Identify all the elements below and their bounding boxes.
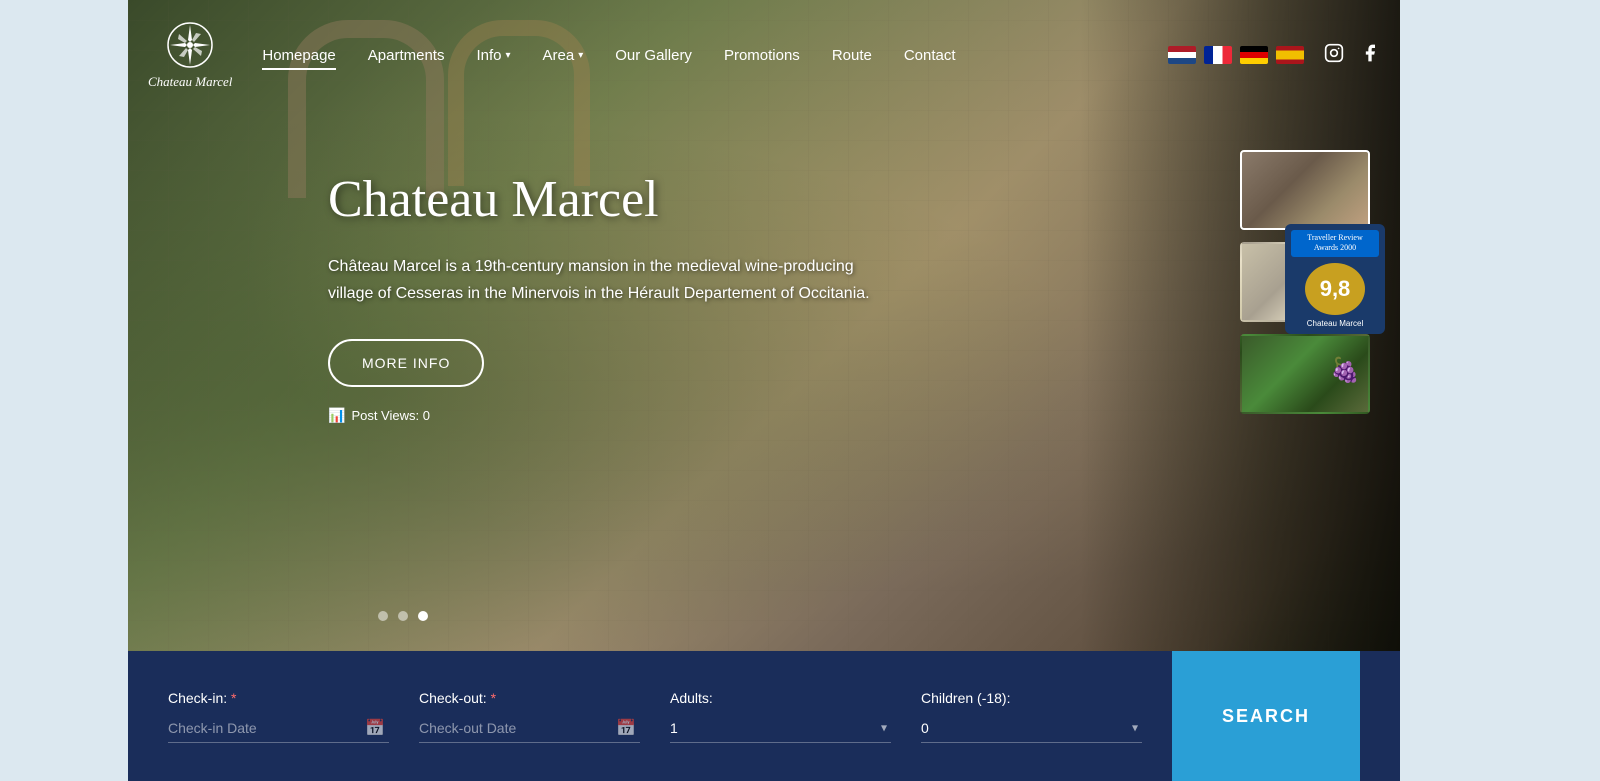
nav-promotions[interactable]: Promotions — [724, 47, 800, 64]
info-dropdown-arrow: ▾ — [506, 50, 511, 61]
area-dropdown-arrow: ▾ — [578, 50, 583, 61]
logo-text: Chateau Marcel — [148, 74, 232, 90]
social-icons — [1324, 43, 1380, 68]
flag-es[interactable] — [1276, 46, 1304, 64]
checkout-label: Check-out: * — [419, 690, 640, 706]
hero-title: Chateau Marcel — [328, 170, 888, 229]
booking-bar: Check-in: * 📅 Check-out: * 📅 — [128, 651, 1400, 781]
nav-route[interactable]: Route — [832, 47, 872, 64]
right-sidebar — [1400, 0, 1600, 781]
adults-field: Adults: 1 2 3 4 ▾ — [670, 690, 891, 743]
flag-de[interactable] — [1240, 46, 1268, 64]
children-select[interactable]: 0 1 2 3 — [921, 714, 1142, 743]
nav-links: Homepage Apartments Info ▾ Area ▾ Our Ga… — [262, 47, 1168, 64]
nav-homepage[interactable]: Homepage — [262, 47, 335, 64]
checkout-input[interactable] — [419, 714, 640, 743]
post-views-text: Post Views: 0 — [351, 408, 430, 423]
checkout-input-wrap: 📅 — [419, 714, 640, 743]
booking-badge: Traveller Review Awards 2000 9,8 Chateau… — [1285, 224, 1385, 334]
carousel-dots — [378, 611, 428, 621]
children-field: Children (-18): 0 1 2 3 ▾ — [921, 690, 1142, 743]
children-select-wrap: 0 1 2 3 ▾ — [921, 714, 1142, 743]
flags-area — [1168, 46, 1304, 64]
nav-contact[interactable]: Contact — [904, 47, 956, 64]
page-wrapper: Chateau Marcel Homepage Apartments Info … — [0, 0, 1600, 781]
adults-select-wrap: 1 2 3 4 ▾ — [670, 714, 891, 743]
more-info-button[interactable]: MORE INFO — [328, 339, 484, 387]
adults-select[interactable]: 1 2 3 4 — [670, 714, 891, 743]
checkin-required: * — [231, 690, 236, 706]
instagram-icon[interactable] — [1324, 43, 1344, 68]
logo-area: Chateau Marcel — [148, 20, 232, 90]
carousel-dot-3[interactable] — [418, 611, 428, 621]
checkin-input-wrap: 📅 — [168, 714, 389, 743]
children-label: Children (-18): — [921, 690, 1142, 706]
booking-score: 9,8 — [1305, 263, 1365, 315]
flag-nl[interactable] — [1168, 46, 1196, 64]
flag-fr[interactable] — [1204, 46, 1232, 64]
main-content: Chateau Marcel Homepage Apartments Info … — [128, 0, 1400, 781]
hero-description: Château Marcel is a 19th-century mansion… — [328, 253, 888, 307]
carousel-dot-1[interactable] — [378, 611, 388, 621]
post-views: 📊 Post Views: 0 — [328, 407, 888, 424]
checkin-field: Check-in: * 📅 — [168, 690, 389, 743]
checkout-required: * — [491, 690, 496, 706]
booking-badge-top: Traveller Review Awards 2000 — [1291, 230, 1379, 257]
checkin-input[interactable] — [168, 714, 389, 743]
nav-gallery[interactable]: Our Gallery — [615, 47, 692, 64]
hero-section: Chateau Marcel Homepage Apartments Info … — [128, 0, 1400, 651]
nav-area[interactable]: Area ▾ — [543, 47, 584, 64]
compass-icon — [165, 20, 215, 70]
nav-apartments[interactable]: Apartments — [368, 47, 445, 64]
checkout-calendar-icon: 📅 — [616, 718, 636, 738]
adults-label: Adults: — [670, 690, 891, 706]
checkout-field: Check-out: * 📅 — [419, 690, 640, 743]
hero-content: Chateau Marcel Château Marcel is a 19th-… — [328, 170, 888, 424]
navbar: Chateau Marcel Homepage Apartments Info … — [128, 0, 1400, 110]
nav-info[interactable]: Info ▾ — [476, 47, 510, 64]
thumbnail-3[interactable] — [1240, 334, 1370, 414]
booking-hotel-name: Chateau Marcel — [1307, 319, 1363, 328]
carousel-dot-2[interactable] — [398, 611, 408, 621]
search-button[interactable]: SEARCH — [1172, 651, 1360, 781]
checkin-label: Check-in: * — [168, 690, 389, 706]
post-views-icon: 📊 — [328, 407, 345, 424]
thumbnail-1[interactable] — [1240, 150, 1370, 230]
facebook-icon[interactable] — [1360, 43, 1380, 68]
checkin-calendar-icon: 📅 — [365, 718, 385, 738]
left-sidebar — [0, 0, 128, 781]
thumbnails-sidebar: Traveller Review Awards 2000 9,8 Chateau… — [1240, 150, 1370, 414]
